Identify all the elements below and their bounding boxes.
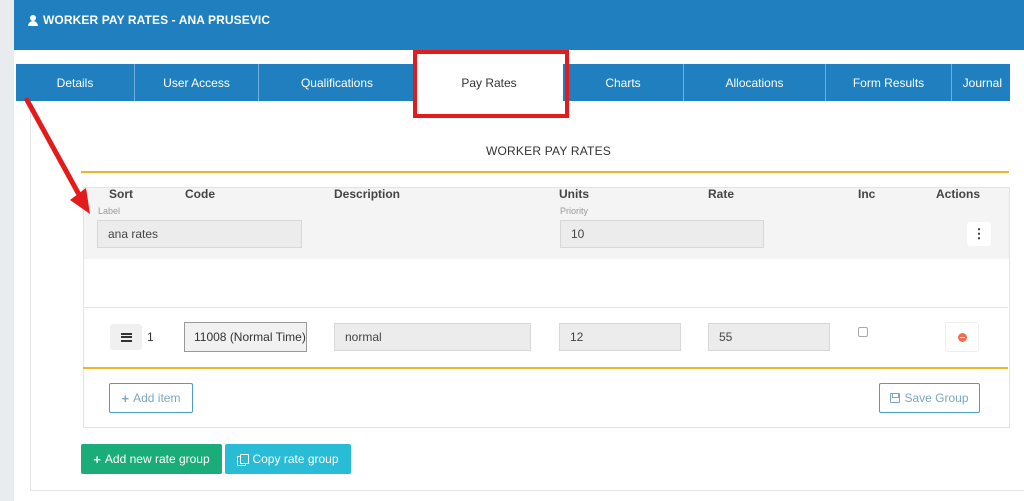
tab-label: Details xyxy=(56,75,94,90)
tab-label: Pay Rates xyxy=(461,75,517,90)
tab-form-results[interactable]: Form Results xyxy=(826,64,952,101)
tab-journal[interactable]: Journal xyxy=(952,64,1010,101)
row-divider xyxy=(83,307,1008,308)
description-field[interactable]: normal xyxy=(334,323,531,351)
column-header-units: Units xyxy=(559,187,589,201)
tab-user-access[interactable]: User Access xyxy=(135,64,259,101)
copy-rate-group-button[interactable]: Copy rate group xyxy=(225,444,351,474)
copy-rate-group-label: Copy rate group xyxy=(252,452,339,466)
rate-field[interactable]: 55 xyxy=(708,323,830,351)
units-field[interactable]: 12 xyxy=(559,323,681,351)
add-new-rate-group-button[interactable]: + Add new rate group xyxy=(81,444,222,474)
section-title: WORKER PAY RATES xyxy=(486,144,611,158)
plus-icon: + xyxy=(121,390,130,406)
priority-field[interactable]: 10 xyxy=(560,220,764,248)
page-title-text: WORKER PAY RATES - ANA PRUSEVIC xyxy=(43,13,271,27)
code-field[interactable]: 11008 (Normal Time) xyxy=(184,322,307,352)
label-caption: Label xyxy=(98,206,121,216)
add-item-button[interactable]: + Add item xyxy=(109,383,193,413)
user-icon xyxy=(28,14,38,26)
tab-pay-rates[interactable]: Pay Rates xyxy=(416,64,563,101)
save-group-button[interactable]: Save Group xyxy=(879,383,980,413)
tab-label: Form Results xyxy=(852,75,925,90)
minus-circle-icon xyxy=(957,332,967,342)
inc-checkbox[interactable] xyxy=(858,327,868,337)
tab-label: Charts xyxy=(605,75,641,90)
column-header-actions: Actions xyxy=(936,187,981,201)
column-header-rate: Rate xyxy=(708,187,735,201)
plus-icon: + xyxy=(93,451,101,467)
tab-label: Qualifications xyxy=(300,75,374,90)
priority-caption: Priority xyxy=(560,206,589,216)
label-field[interactable]: ana rates xyxy=(97,220,302,248)
column-header-code: Code xyxy=(185,187,215,201)
add-item-label: Add item xyxy=(133,391,181,405)
page-header: WORKER PAY RATES - ANA PRUSEVIC xyxy=(14,0,1024,50)
copy-icon xyxy=(237,453,250,466)
tab-allocations[interactable]: Allocations xyxy=(684,64,826,101)
tab-label: Allocations xyxy=(725,75,784,90)
tab-label: User Access xyxy=(163,75,230,90)
tab-bar: Details User Access Qualifications Pay R… xyxy=(16,64,1010,101)
divider xyxy=(81,171,1009,173)
divider xyxy=(83,367,1008,369)
tab-label: Journal xyxy=(962,75,1002,90)
add-new-rate-group-label: Add new rate group xyxy=(104,452,210,466)
remove-item-button[interactable] xyxy=(945,322,979,352)
save-icon xyxy=(890,393,901,403)
column-header-inc: Inc xyxy=(858,187,876,201)
sort-number: 1 xyxy=(147,330,154,344)
column-header-sort: Sort xyxy=(109,187,133,201)
more-vertical-icon[interactable]: ⋮ xyxy=(967,222,991,246)
pay-rates-panel: WORKER PAY RATES Label ana rates Priorit… xyxy=(30,101,1024,491)
tab-qualifications[interactable]: Qualifications xyxy=(259,64,416,101)
save-group-label: Save Group xyxy=(904,391,969,405)
page-title: WORKER PAY RATES - ANA PRUSEVIC xyxy=(28,13,270,27)
column-header-description: Description xyxy=(334,187,401,201)
tab-charts[interactable]: Charts xyxy=(563,64,684,101)
tab-details[interactable]: Details xyxy=(16,64,135,101)
drag-handle-icon[interactable] xyxy=(110,324,142,350)
